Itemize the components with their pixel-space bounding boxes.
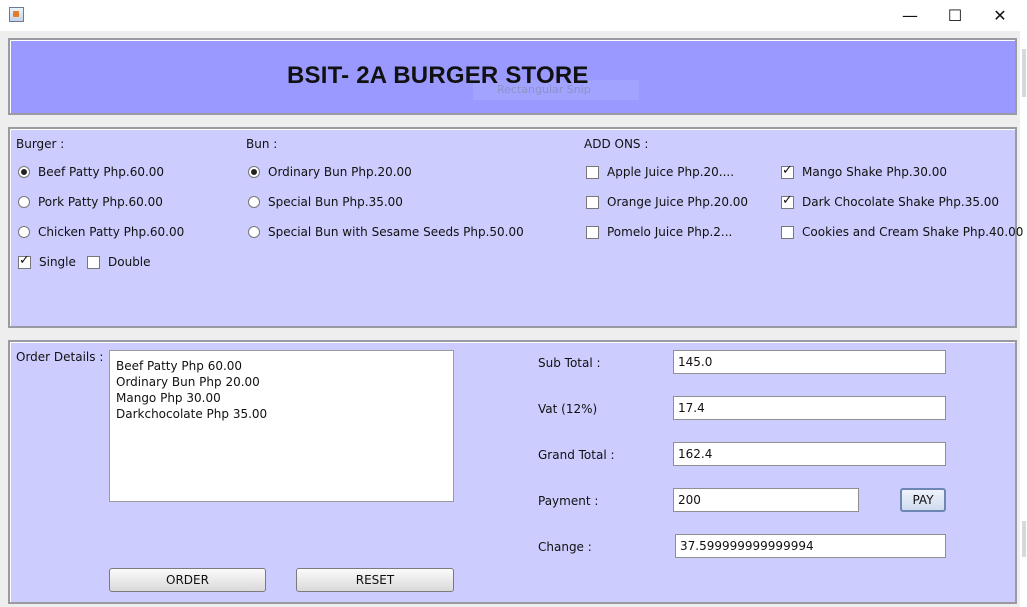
radio-label: Ordinary Bun Php.20.00 [268,165,412,179]
radio-indicator [248,196,260,208]
radio-indicator [18,196,30,208]
bun-label: Bun : [246,137,278,151]
burger-label: Burger : [16,137,65,151]
grand-total-field[interactable]: 162.4 [673,442,946,466]
radio-indicator [248,166,260,178]
radio-label: Special Bun Php.35.00 [268,195,403,209]
checkbox-dark-chocolate-shake[interactable]: Dark Chocolate Shake Php.35.00 [781,193,1000,209]
checkbox-orange-juice[interactable]: Orange Juice Php.20.00 [586,195,748,209]
radio-label: Special Bun with Sesame Seeds Php.50.00 [268,225,524,239]
change-field[interactable]: 37.599999999999994 [675,534,946,558]
radio-special-bun[interactable]: Special Bun Php.35.00 [248,195,403,209]
title-bar: — ☐ ✕ [0,0,1027,32]
checkbox-label: Cookies and Cream Shake Php.40.00 [802,225,1024,239]
checkbox-label: Double [108,255,151,269]
vat-field[interactable]: 17.4 [673,396,946,420]
pay-button[interactable]: PAY [900,488,946,512]
radio-ordinary-bun[interactable]: Ordinary Bun Php.20.00 [248,165,412,179]
grand-total-label: Grand Total : [538,448,615,462]
addons-label: ADD ONS : [584,137,649,151]
checkbox-pomelo-juice[interactable]: Pomelo Juice Php.2... [586,225,732,239]
java-cup-icon [9,7,24,22]
checkbox-label: Single [39,255,76,269]
checkbox-double[interactable]: Double [87,255,151,269]
reset-button[interactable]: RESET [296,568,454,592]
checkbox-label: Dark Chocolate Shake Php.35.00 [802,195,1000,209]
order-line: Mango Php 30.00 [116,391,221,405]
checkbox-indicator [18,253,31,269]
radio-label: Beef Patty Php.60.00 [38,165,165,179]
checkbox-indicator [781,193,794,209]
checkbox-indicator [781,225,794,239]
subtotal-label: Sub Total : [538,356,601,370]
payment-field[interactable]: 200 [673,488,859,512]
checkbox-cookies-cream-shake[interactable]: Cookies and Cream Shake Php.40.00 [781,225,1023,239]
order-line: Ordinary Bun Php 20.00 [116,375,260,389]
checkbox-indicator [586,165,599,179]
checkbox-label: Orange Juice Php.20.00 [607,195,749,209]
right-edge-strip [1020,31,1027,607]
checkbox-single[interactable]: Single [18,253,76,269]
radio-chicken-patty[interactable]: Chicken Patty Php.60.00 [18,225,184,239]
checkbox-label: Apple Juice Php.20.... [607,165,735,179]
order-line: Darkchocolate Php 35.00 [116,407,268,421]
checkbox-mango-shake[interactable]: Mango Shake Php.30.00 [781,163,948,179]
order-details-textarea[interactable]: Beef Patty Php 60.00 Ordinary Bun Php 20… [109,350,454,502]
radio-label: Pork Patty Php.60.00 [38,195,163,209]
payment-label: Payment : [538,494,599,508]
checkbox-indicator [781,163,794,179]
maximize-button[interactable]: ☐ [932,0,978,31]
radio-beef-patty[interactable]: Beef Patty Php.60.00 [18,165,164,179]
radio-sesame-bun[interactable]: Special Bun with Sesame Seeds Php.50.00 [248,225,524,239]
checkbox-apple-juice[interactable]: Apple Juice Php.20.... [586,165,734,179]
radio-label: Chicken Patty Php.60.00 [38,225,185,239]
checkbox-label: Pomelo Juice Php.2... [607,225,733,239]
radio-indicator [18,166,30,178]
minimize-button[interactable]: — [887,0,933,31]
order-button[interactable]: ORDER [109,568,266,592]
close-button[interactable]: ✕ [977,0,1023,31]
radio-pork-patty[interactable]: Pork Patty Php.60.00 [18,195,163,209]
order-line: Beef Patty Php 60.00 [116,359,243,373]
checkbox-indicator [87,255,100,269]
subtotal-field[interactable]: 145.0 [673,350,946,374]
radio-indicator [18,226,30,238]
vat-label: Vat (12%) [538,402,598,416]
change-label: Change : [538,540,592,554]
store-title: BSIT- 2A BURGER STORE [287,62,589,89]
checkbox-indicator [586,195,599,209]
checkbox-label: Mango Shake Php.30.00 [802,165,948,179]
checkbox-indicator [586,225,599,239]
order-details-label: Order Details : [16,350,104,364]
radio-indicator [248,226,260,238]
